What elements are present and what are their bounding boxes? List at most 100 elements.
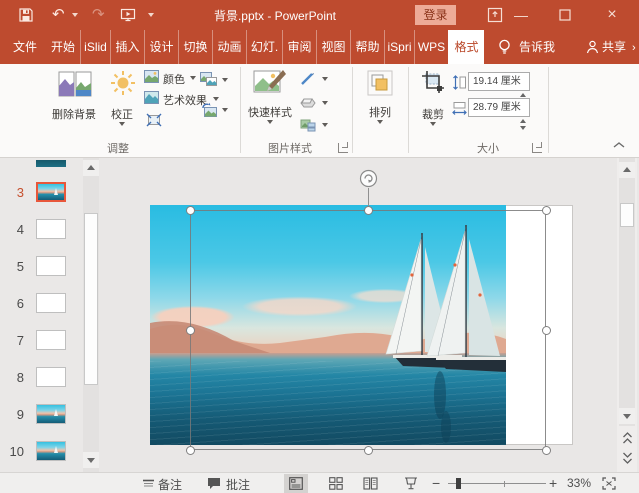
thumbnail-scrollbar[interactable] <box>83 158 99 472</box>
canvas-scrollbar-thumb[interactable] <box>620 203 634 227</box>
fit-slide-to-window-icon[interactable] <box>602 477 616 490</box>
reading-view-button[interactable] <box>358 474 382 493</box>
slide-9-thumbnail[interactable] <box>36 404 66 424</box>
resize-handle-middle-left[interactable] <box>186 326 195 335</box>
resize-handle-top-center[interactable] <box>364 206 373 215</box>
chevron-right-icon[interactable]: › <box>632 42 636 54</box>
title-bar: ↶ ↷ 背景.pptx - PowerPoint 登录 — × <box>0 0 639 30</box>
save-icon[interactable] <box>18 7 34 23</box>
canvas-scrollbar[interactable] <box>617 158 637 472</box>
picture-styles-dialog-launcher-icon[interactable] <box>338 142 348 153</box>
thumbnail-scrollbar-thumb[interactable] <box>84 213 98 385</box>
picture-layout-dropdown-icon <box>322 123 328 127</box>
close-button[interactable]: × <box>603 6 621 24</box>
zoom-level[interactable]: 33% <box>567 476 591 490</box>
slide-sorter-view-button[interactable] <box>324 474 348 493</box>
resize-handle-bottom-center[interactable] <box>364 446 373 455</box>
maximize-button[interactable] <box>556 6 574 24</box>
size-dialog-launcher-icon[interactable] <box>532 142 542 153</box>
slide-3-thumbnail[interactable] <box>36 182 66 202</box>
slide-7-thumbnail[interactable] <box>36 330 66 350</box>
tab-home[interactable]: 开始 <box>46 30 80 64</box>
window-title: 背景.pptx - PowerPoint <box>213 9 337 23</box>
crop-button[interactable]: 裁剪 <box>414 68 452 132</box>
compress-picture-icon[interactable] <box>146 113 162 127</box>
corrections-button[interactable]: 校正 <box>104 68 140 132</box>
tab-view[interactable]: 视图 <box>316 30 350 64</box>
previous-slide-icon[interactable] <box>623 432 632 444</box>
tab-wps[interactable]: WPS <box>414 30 448 64</box>
comments-button[interactable]: 批注 <box>226 476 250 493</box>
arrange-button[interactable]: 排列 <box>358 68 402 132</box>
undo-dropdown-icon[interactable] <box>72 13 78 17</box>
spin-down-icon[interactable] <box>520 126 526 130</box>
zoom-slider-track[interactable] <box>448 483 546 484</box>
quick-styles-button[interactable]: 快速样式 <box>246 68 294 132</box>
slide-show-button[interactable] <box>399 474 423 493</box>
tab-format[interactable]: 格式 <box>448 30 484 64</box>
spin-up-icon[interactable] <box>520 93 526 97</box>
remove-background-button[interactable]: 删除背景 <box>48 68 100 126</box>
remove-background-label: 删除背景 <box>52 109 96 121</box>
slide-5-thumbnail[interactable] <box>36 256 66 276</box>
notes-button[interactable]: 备注 <box>158 476 182 493</box>
tab-transitions[interactable]: 切换 <box>178 30 212 64</box>
tab-slideshow[interactable]: 幻灯. <box>246 30 282 64</box>
share-label[interactable]: 共享 <box>602 30 636 64</box>
next-slide-icon[interactable] <box>623 452 632 464</box>
sign-in-button[interactable]: 登录 <box>415 5 456 25</box>
slide-6-thumbnail[interactable] <box>36 293 66 313</box>
tell-me-lightbulb-icon[interactable] <box>496 38 513 56</box>
rotation-handle[interactable] <box>359 169 378 188</box>
zoom-slider-thumb[interactable] <box>456 478 461 489</box>
collapse-ribbon-icon[interactable] <box>612 140 626 150</box>
slide-10-thumbnail[interactable] <box>36 441 66 461</box>
resize-handle-bottom-left[interactable] <box>186 446 195 455</box>
width-spinner[interactable] <box>518 116 528 133</box>
slide-2-thumbnail-partial[interactable] <box>36 160 66 167</box>
tab-islide[interactable]: iSlid <box>80 30 110 64</box>
tab-insert[interactable]: 插入 <box>110 30 144 64</box>
tab-design[interactable]: 设计 <box>144 30 178 64</box>
zoom-out-button[interactable]: − <box>432 475 440 491</box>
crop-label: 裁剪 <box>422 109 444 121</box>
resize-handle-top-left[interactable] <box>186 206 195 215</box>
size-group-label: 大小 <box>477 143 499 155</box>
resize-handle-middle-right[interactable] <box>542 326 551 335</box>
quick-styles-dropdown-icon <box>267 120 273 124</box>
ribbon-display-options-icon[interactable] <box>487 7 503 23</box>
corrections-label: 校正 <box>111 109 133 121</box>
spin-up-icon[interactable] <box>520 119 526 123</box>
tab-ispring[interactable]: iSpri <box>384 30 414 64</box>
slide-4-thumbnail[interactable] <box>36 219 66 239</box>
shape-height-value: 19.14 厘米 <box>473 76 521 87</box>
tab-review[interactable]: 审阅 <box>282 30 316 64</box>
zoom-in-button[interactable]: + <box>549 475 557 491</box>
tab-help[interactable]: 帮助 <box>350 30 384 64</box>
normal-view-button[interactable] <box>284 474 308 493</box>
start-slideshow-icon[interactable] <box>120 7 136 23</box>
tab-file[interactable]: 文件 <box>6 30 44 64</box>
share-person-icon[interactable] <box>585 39 600 55</box>
scroll-up-icon[interactable] <box>83 160 99 176</box>
scroll-down-icon[interactable] <box>619 408 635 424</box>
resize-handle-bottom-right[interactable] <box>542 446 551 455</box>
tab-animations[interactable]: 动画 <box>212 30 246 64</box>
qat-customize-icon[interactable] <box>148 13 154 17</box>
change-picture-icon <box>200 72 217 87</box>
change-picture-dropdown-icon <box>222 78 228 82</box>
minimize-button[interactable]: — <box>512 6 530 24</box>
shape-width-input[interactable]: 28.79 厘米 <box>468 98 530 130</box>
scroll-down-icon[interactable] <box>83 452 99 468</box>
slide-8-thumbnail[interactable] <box>36 367 66 387</box>
quick-styles-label: 快速样式 <box>248 107 292 119</box>
canvas-scrollbar-track[interactable] <box>619 158 635 426</box>
redo-icon[interactable]: ↷ <box>92 7 108 23</box>
scroll-up-icon[interactable] <box>619 162 635 178</box>
remove-background-icon <box>58 70 92 100</box>
shape-height-input[interactable]: 19.14 厘米 <box>468 72 530 104</box>
tell-me-label[interactable]: 告诉我 <box>519 30 555 64</box>
undo-icon[interactable]: ↶ <box>52 7 68 23</box>
color-dropdown-icon <box>190 76 196 80</box>
resize-handle-top-right[interactable] <box>542 206 551 215</box>
